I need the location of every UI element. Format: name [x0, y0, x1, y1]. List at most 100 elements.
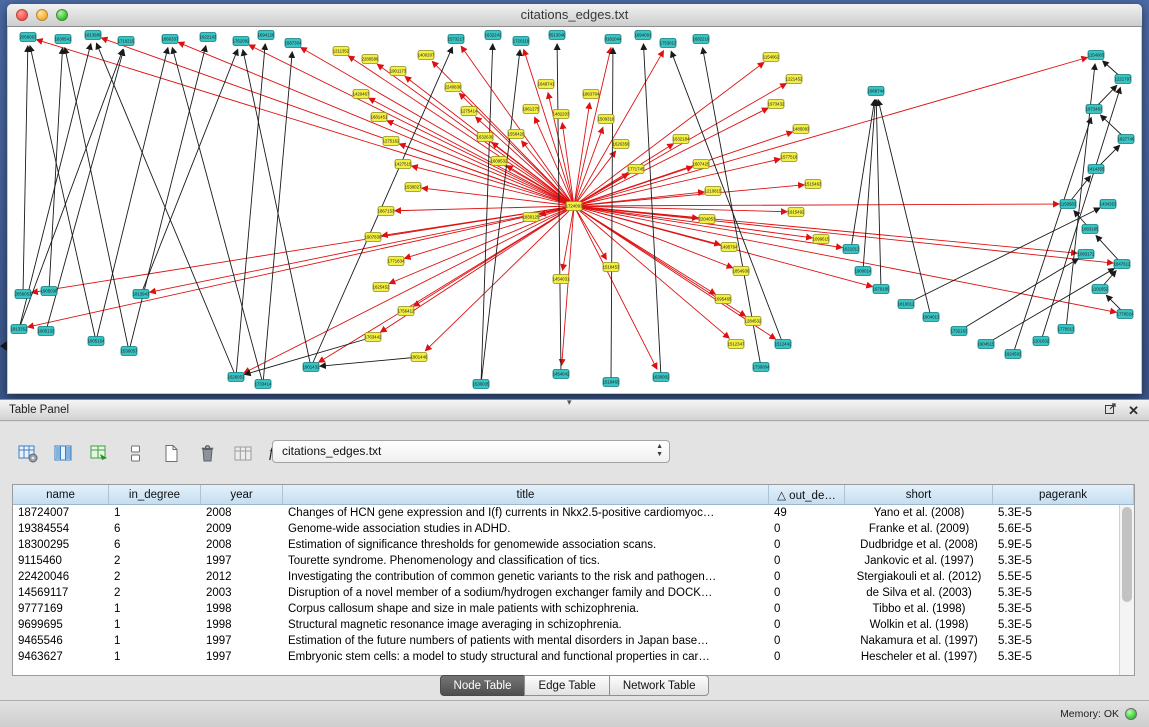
graph-edge-red[interactable] [101, 38, 574, 206]
graph-node[interactable]: 1973483 [1086, 105, 1103, 114]
graph-node[interactable]: 1730004 [753, 363, 770, 372]
splitter-handle[interactable]: ▾ [567, 397, 572, 408]
graph-node[interactable]: 1587304 [285, 39, 302, 48]
scrollbar-thumb[interactable] [1122, 507, 1132, 602]
graph-node[interactable]: 1968744 [868, 87, 885, 96]
graph-node[interactable]: 1101652 [1092, 285, 1109, 294]
graph-node[interactable]: 1924502 [1005, 350, 1022, 359]
new-file-icon[interactable] [158, 440, 185, 466]
graph-node[interactable]: 1495764 [721, 243, 738, 252]
graph-node[interactable]: 1083185 [1082, 225, 1099, 234]
graph-node[interactable]: 1530035 [473, 380, 490, 389]
graph-node[interactable]: 1901173 [390, 67, 407, 76]
graph-edge-red[interactable] [389, 206, 574, 284]
graph-node[interactable]: 1530027 [405, 183, 422, 192]
table-scrollbar[interactable] [1119, 505, 1134, 675]
graph-node[interactable]: 2280586 [362, 55, 379, 64]
graph-node[interactable]: 1830125 [523, 213, 540, 222]
graph-node[interactable]: 1854936 [733, 267, 750, 276]
graph-node[interactable]: 1771745 [628, 165, 645, 174]
graph-node[interactable]: 1907836 [365, 233, 382, 242]
graph-node[interactable]: 1632184 [673, 135, 690, 144]
graph-node[interactable]: 1573217 [448, 35, 465, 44]
graph-node[interactable]: 1626356 [613, 140, 630, 149]
graph-node[interactable]: 1101632 [1033, 337, 1050, 346]
graph-edge-red[interactable] [301, 48, 574, 206]
graph-edge-red[interactable] [150, 206, 574, 292]
graph-edge-black[interactable] [611, 48, 613, 382]
graph-node[interactable]: 1083172 [1078, 250, 1095, 259]
graph-node[interactable]: 1963704 [583, 90, 600, 99]
graph-edge-red[interactable] [319, 206, 574, 362]
graph-node[interactable]: 1099615 [813, 235, 830, 244]
graph-node[interactable]: 1847612 [1114, 260, 1131, 269]
graph-node[interactable]: 1827746 [1118, 135, 1135, 144]
column-header-name[interactable]: name [13, 485, 109, 504]
graph-edge-black[interactable] [19, 49, 123, 329]
show-columns-icon[interactable] [50, 440, 77, 466]
graph-node[interactable]: 1427515 [395, 160, 412, 169]
graph-node[interactable]: 1632630 [477, 133, 494, 142]
network-canvas[interactable]: 2056063163054118139801716215186033719221… [8, 27, 1141, 393]
graph-node[interactable]: 1961275 [523, 105, 540, 114]
graph-node[interactable]: 8181044 [605, 35, 622, 44]
graph-edge-black[interactable] [876, 100, 881, 289]
table-row[interactable]: 2242004622012Investigating the contribut… [13, 569, 1119, 585]
graph-node[interactable]: 1732163 [951, 327, 968, 336]
window-titlebar[interactable]: citations_edges.txt [7, 4, 1142, 27]
graph-node[interactable]: 1284532 [745, 317, 762, 326]
graph-node[interactable]: 1716215 [118, 37, 135, 46]
graph-node[interactable]: 1518453 [603, 263, 620, 272]
graph-edge-black[interactable] [320, 357, 419, 366]
graph-node[interactable]: 1515463 [805, 180, 822, 189]
graph-edge-red[interactable] [524, 50, 574, 206]
graph-node[interactable]: 1724093 [566, 202, 583, 211]
table-row[interactable]: 911546021997Tourette syndrome. Phenomeno… [13, 553, 1119, 569]
import-table-icon[interactable] [86, 440, 113, 466]
graph-node[interactable]: 1518465 [603, 378, 620, 387]
graph-node[interactable]: 2056053 [15, 290, 32, 299]
column-header-in_degree[interactable]: in_degree [109, 485, 201, 504]
tab-node-table[interactable]: Node Table [440, 675, 526, 696]
graph-edge-black[interactable] [986, 269, 1114, 344]
graph-node[interactable]: 1756412 [398, 307, 415, 316]
table-row[interactable]: 969969511998Structural magnetic resonanc… [13, 617, 1119, 633]
table-row[interactable]: 1872400712008Changes of HCN gene express… [13, 505, 1119, 521]
graph-edge-black[interactable] [236, 44, 265, 377]
graph-node[interactable]: 1905133 [38, 327, 55, 336]
graph-node[interactable]: 1221452 [786, 75, 803, 84]
graph-node[interactable]: 1221797 [1115, 75, 1132, 84]
graph-edge-red[interactable] [348, 56, 574, 206]
graph-node[interactable]: 1434353 [1100, 200, 1117, 209]
graph-node[interactable]: 1901446 [411, 353, 428, 362]
graph-edge-red[interactable] [178, 42, 574, 206]
graph-node[interactable]: 1211352 [333, 47, 350, 56]
graph-edge-red[interactable] [574, 127, 603, 206]
table-select-dropdown[interactable]: citations_edges.txt ▲▼ [272, 440, 670, 463]
graph-edge-black[interactable] [1041, 88, 1120, 341]
graph-edge-black[interactable] [49, 48, 63, 291]
graph-node[interactable]: 1275414 [461, 107, 478, 116]
graph-node[interactable]: 1577518 [781, 153, 798, 162]
table-mode-icon[interactable] [14, 440, 41, 466]
table-disabled-icon[interactable] [230, 440, 257, 466]
table-row[interactable]: 946362711997Embryonic stem cells: a mode… [13, 649, 1119, 665]
zoom-window-button[interactable] [56, 9, 68, 21]
table-row[interactable]: 1830029562008Estimation of significance … [13, 537, 1119, 553]
graph-edge-red[interactable] [32, 206, 574, 293]
graph-node[interactable]: 1813352 [11, 325, 28, 334]
graph-edge-red[interactable] [249, 45, 574, 206]
graph-node[interactable]: 2056063 [20, 33, 37, 42]
graph-node[interactable]: 1607425 [693, 160, 710, 169]
graph-edge-red[interactable] [574, 204, 1059, 206]
graph-edge-red[interactable] [574, 206, 657, 369]
graph-node[interactable]: 1649741 [538, 80, 555, 89]
graph-node[interactable]: 1454042 [553, 370, 570, 379]
graph-node[interactable]: 1860337 [162, 35, 179, 44]
graph-edge-black[interactable] [65, 48, 129, 351]
graph-node[interactable]: 1720118 [513, 37, 530, 46]
graph-edge-black[interactable] [643, 44, 661, 377]
table-row[interactable]: 1456911722003Disruption of a novel membe… [13, 585, 1119, 601]
graph-node[interactable]: 1482203 [553, 110, 570, 119]
collapse-left-arrow[interactable] [0, 341, 7, 351]
